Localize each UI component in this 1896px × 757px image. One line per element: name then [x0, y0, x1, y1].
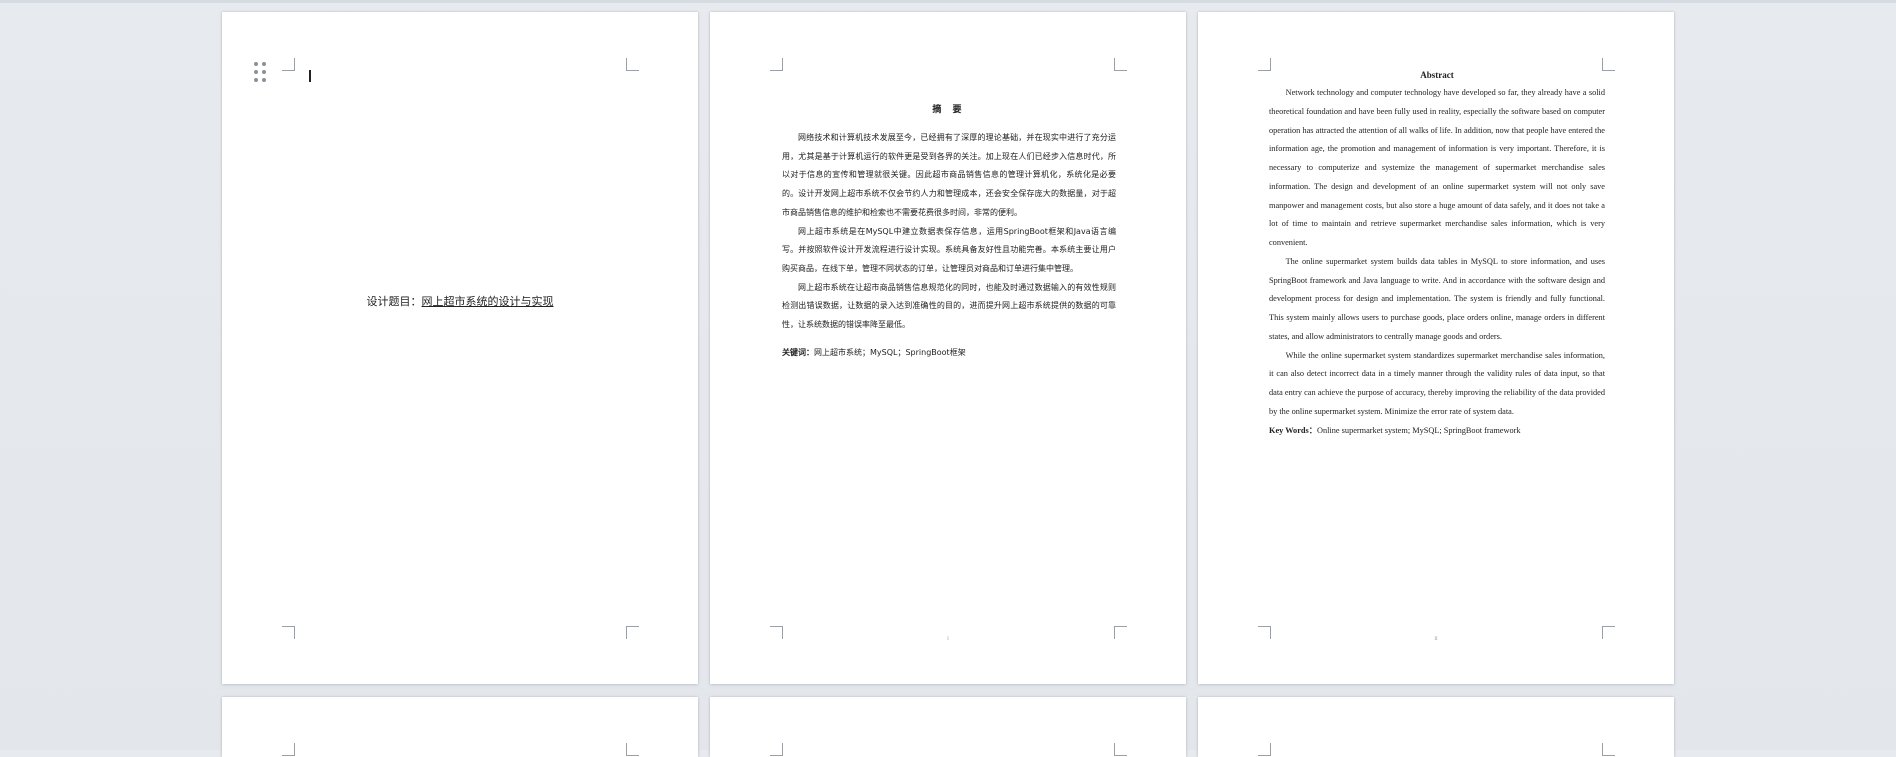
- chinese-abstract-paragraph: 网上超市系统在让超市商品销售信息规范化的同时，也能及时通过数据输入的有效性规则检…: [782, 282, 1116, 330]
- chinese-keywords-value: 网上超市系统；MySQL；SpringBoot框架: [814, 347, 966, 357]
- cover-design-title[interactable]: 设计题目：网上超市系统的设计与实现: [222, 293, 698, 309]
- english-abstract-page[interactable]: Abstract Network technology and computer…: [1198, 12, 1674, 684]
- cover-title-label: 设计题目：: [366, 295, 422, 308]
- cover-page[interactable]: 设计题目：网上超市系统的设计与实现: [222, 12, 698, 684]
- document-page[interactable]: [1198, 697, 1674, 757]
- text-cursor: [309, 70, 311, 82]
- cover-title-value: 网上超市系统的设计与实现: [421, 295, 554, 308]
- english-keywords: Key Words：Online supermarket system; MyS…: [1269, 422, 1605, 440]
- english-abstract-body[interactable]: Abstract Network technology and computer…: [1269, 70, 1605, 440]
- margin-corner-mark: [282, 626, 295, 639]
- margin-corner-mark: [626, 626, 639, 639]
- block-drag-handle-icon[interactable]: [254, 62, 268, 84]
- chinese-abstract-page[interactable]: 摘 要 网络技术和计算机技术发展至今，已经拥有了深厚的理论基础，并在现实中进行了…: [710, 12, 1186, 684]
- margin-corner-mark: [770, 58, 783, 71]
- english-abstract-paragraph: The online supermarket system builds dat…: [1269, 256, 1605, 341]
- page-number: II: [1434, 637, 1438, 642]
- english-abstract-paragraph: Network technology and computer technolo…: [1269, 88, 1605, 247]
- margin-corner-mark: [1114, 58, 1127, 71]
- document-page[interactable]: [222, 697, 698, 757]
- document-page[interactable]: [710, 697, 1186, 757]
- page-number: I: [947, 637, 949, 642]
- chinese-keywords-label: 关键词：: [782, 347, 814, 357]
- document-top-edge: [0, 0, 1896, 3]
- english-abstract-paragraph: While the online supermarket system stan…: [1269, 350, 1605, 416]
- english-abstract-heading: Abstract: [1420, 70, 1454, 80]
- chinese-keywords: 关键词：网上超市系统；MySQL；SpringBoot框架: [782, 347, 1116, 358]
- chinese-abstract-heading: 摘 要: [932, 105, 966, 115]
- english-keywords-label: Key Words：: [1269, 425, 1318, 435]
- chinese-abstract-paragraph: 网络技术和计算机技术发展至今，已经拥有了深厚的理论基础，并在现实中进行了充分运用…: [782, 133, 1116, 217]
- chinese-abstract-paragraph: 网上超市系统是在MySQL中建立数据表保存信息，运用SpringBoot框架和J…: [782, 226, 1116, 273]
- english-keywords-value: Online supermarket system; MySQL; Spring…: [1317, 425, 1521, 435]
- margin-corner-mark: [626, 58, 639, 71]
- chinese-abstract-body[interactable]: 摘 要 网络技术和计算机技术发展至今，已经拥有了深厚的理论基础，并在现实中进行了…: [782, 102, 1116, 358]
- margin-corner-mark: [282, 58, 295, 71]
